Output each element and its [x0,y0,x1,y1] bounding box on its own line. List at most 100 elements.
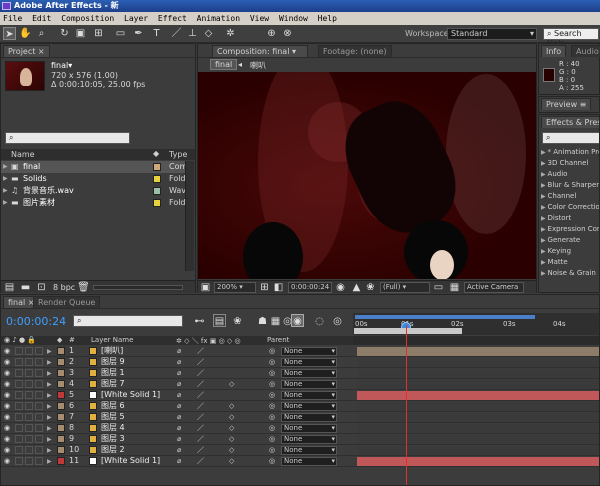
audio-toggle[interactable] [15,391,23,399]
quality-switch-icon[interactable]: ／ [197,390,204,400]
effects-category[interactable]: ▶ Expression Controls [541,224,599,235]
eye-icon[interactable]: ◉ [4,368,10,378]
pick-whip-icon[interactable]: ◎ [269,379,275,389]
selection-tool-icon[interactable]: ➤ [3,27,16,40]
expand-triangle-icon[interactable]: ▶ [47,446,52,456]
layer-name[interactable]: 图层 1 [101,368,125,378]
type-tool-icon[interactable]: T [150,27,163,40]
safe-zones-icon[interactable]: ⊞ [258,281,271,294]
effects-category[interactable]: ▶ Keying [541,246,599,257]
pick-whip-icon[interactable]: ◎ [269,412,275,422]
shy-switch-icon[interactable]: ⌀ [177,346,181,356]
shy-switch-icon[interactable]: ⌀ [177,423,181,433]
shy-switch-icon[interactable]: ⌀ [177,379,181,389]
quality-switch-icon[interactable]: ／ [197,357,204,367]
project-item[interactable]: ▶ ♫ 背景音乐.wav Wav [1,185,186,197]
effects-category[interactable]: ▶ * Animation Presets [541,147,599,158]
expand-triangle-icon[interactable]: ▶ [47,457,52,467]
layer-duration-bar[interactable] [357,446,599,455]
eye-icon[interactable]: ◉ [4,445,10,455]
shy-switch-icon[interactable]: ⌀ [177,434,181,444]
lock-toggle[interactable] [35,358,43,366]
parent-dropdown[interactable]: None [281,358,337,367]
layer-duration-bar[interactable] [357,358,599,367]
lock-toggle[interactable] [35,402,43,410]
layer-row[interactable]: ◉ ▶ 3 图层 1 ⌀ ／ ◎ None [1,368,599,379]
puppet-tool-icon[interactable]: ✲ [224,27,237,40]
shy-switch-icon[interactable]: ⌀ [177,412,181,422]
lock-toggle[interactable] [35,369,43,377]
magnification-dropdown[interactable]: 200% ▾ [214,282,256,293]
project-hscroll[interactable] [93,285,183,290]
tab-info[interactable]: Info [541,45,567,57]
lock-toggle[interactable] [35,435,43,443]
expand-triangle-icon[interactable]: ▶ [47,347,52,357]
3d-layer-switch-icon[interactable]: ◇ [229,401,234,411]
effects-category[interactable]: ▶ Matte [541,257,599,268]
layer-duration-bar[interactable] [357,424,599,433]
current-time-indicator[interactable] [406,325,407,485]
layer-name[interactable]: [White Solid 1] [101,390,160,400]
effects-category[interactable]: ▶ 3D Channel [541,158,599,169]
quality-switch-icon[interactable]: ／ [197,401,204,411]
project-search-input[interactable]: ⌕ [5,132,130,144]
type-column-header[interactable]: Type [169,150,187,159]
lock-toggle[interactable] [35,380,43,388]
view-axis-icon[interactable]: ⊗ [281,27,294,40]
quality-switch-icon[interactable]: ／ [197,412,204,422]
layer-duration-bar[interactable] [357,380,599,389]
effects-category[interactable]: ▶ Channel [541,191,599,202]
effects-category[interactable]: ▶ Generate [541,235,599,246]
pick-whip-icon[interactable]: ◎ [269,357,275,367]
pick-whip-icon[interactable]: ◎ [269,434,275,444]
eye-icon[interactable]: ◉ [4,423,10,433]
3d-layer-switch-icon[interactable]: ◇ [229,423,234,433]
name-column-header[interactable]: Name [11,150,35,159]
tab-preview[interactable]: Preview ≡ [541,98,592,110]
comp-name[interactable]: final▾ [51,61,72,70]
eye-icon[interactable]: ◉ [4,434,10,444]
pick-whip-icon[interactable]: ◎ [269,423,275,433]
layer-label-swatch[interactable] [57,358,65,366]
new-folder-icon[interactable]: ▬ [19,281,32,294]
layer-duration-bar[interactable] [357,391,599,400]
lock-toggle[interactable] [35,446,43,454]
expand-triangle-icon[interactable]: ▶ [47,358,52,368]
camera-dropdown[interactable]: Active Camera ▾ [464,282,524,300]
audio-toggle[interactable] [15,347,23,355]
layer-label-swatch[interactable] [57,369,65,377]
parent-dropdown[interactable]: None [281,435,337,444]
lock-toggle[interactable] [35,347,43,355]
shy-switch-icon[interactable]: ⌀ [177,445,181,455]
audio-toggle[interactable] [15,435,23,443]
label-swatch[interactable] [153,199,161,207]
snapshot-icon[interactable]: ◉ [334,281,347,294]
expand-triangle-icon[interactable]: ▶ [3,173,8,185]
layer-label-swatch[interactable] [57,391,65,399]
clone-stamp-tool-icon[interactable]: ⊥ [186,27,199,40]
parent-dropdown[interactable]: None [281,380,337,389]
layer-duration-bar[interactable] [357,347,599,356]
audio-toggle[interactable] [15,413,23,421]
timeline-search-input[interactable]: ⌕ [73,315,183,327]
parent-dropdown[interactable]: None [281,347,337,356]
layer-name[interactable]: [White Solid 1] [101,456,160,466]
layer-name[interactable]: 图层 6 [101,401,125,411]
parent-dropdown[interactable]: None [281,446,337,455]
menu-layer[interactable]: Layer [124,14,148,23]
layer-row[interactable]: ◉ ▶ 1 [喇叭] ⌀ ／ ◎ None [1,346,599,357]
layer-label-swatch[interactable] [57,347,65,355]
timeline-timecode[interactable]: 0:00:00:24 [6,315,66,328]
lock-toggle[interactable] [35,413,43,421]
eraser-tool-icon[interactable]: ◇ [202,27,215,40]
hide-shy-layers-icon[interactable]: ☗ [256,315,269,328]
layer-label-swatch[interactable] [57,424,65,432]
pan-behind-tool-icon[interactable]: ⊞ [92,27,105,40]
auto-keyframe-icon[interactable]: ◎ [331,315,344,328]
layer-label-swatch[interactable] [57,413,65,421]
layer-row[interactable]: ◉ ▶ 6 图层 6 ⌀ ／ ◇ ◎ None [1,401,599,412]
always-preview-icon[interactable]: ▣ [199,281,212,294]
expand-triangle-icon[interactable]: ▶ [47,369,52,379]
live-update-icon[interactable]: ▤ [213,314,226,327]
label-swatch[interactable] [153,175,161,183]
